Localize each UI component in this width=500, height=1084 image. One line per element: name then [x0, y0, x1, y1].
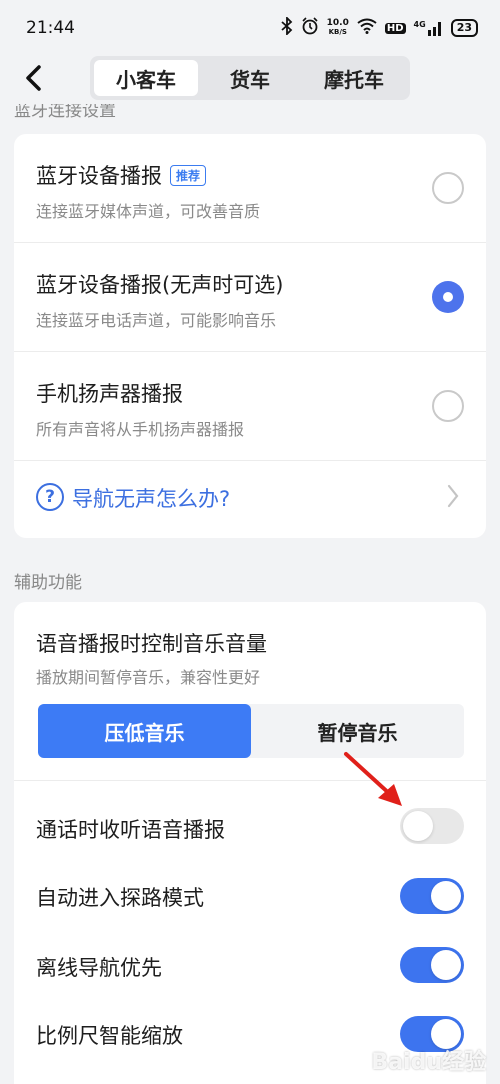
net-speed-value: 10.0: [326, 18, 349, 28]
bluetooth-settings-card: 蓝牙设备播报 推荐 连接蓝牙媒体声道，可改善音质 蓝牙设备播报(无声时可选) 连…: [14, 134, 486, 538]
option-title-text: 手机扬声器播报: [36, 382, 183, 406]
recommend-badge: 推荐: [170, 164, 207, 186]
radio-button-selected[interactable]: [432, 281, 464, 313]
wifi-icon: [357, 18, 377, 38]
toggle-call-voice[interactable]: [400, 808, 464, 844]
status-icons: 10.0 KB/S HD 4G 23: [281, 15, 478, 39]
back-arrow-icon: [26, 65, 41, 91]
toggle-offline-nav[interactable]: [400, 947, 464, 983]
chevron-right-icon: [447, 484, 459, 508]
toggle-knob: [403, 811, 433, 841]
bluetooth-section-label: 蓝牙连接设置: [14, 104, 116, 121]
help-link-text: 导航无声怎么办?: [72, 487, 231, 511]
header: 小客车 货车 摩托车: [0, 56, 500, 100]
baidu-watermark: Baidu经验: [371, 1050, 486, 1075]
cell-signal-icon: 4G: [414, 20, 443, 36]
divider: [14, 780, 486, 781]
tab-truck[interactable]: 货车: [198, 60, 302, 96]
signal-label: 4G: [413, 20, 426, 29]
toggle-label-call-voice: 通话时收听语音播报: [36, 818, 225, 842]
bluetooth-icon: [281, 15, 293, 39]
net-speed: 10.0 KB/S: [327, 19, 349, 37]
music-control-subtitle: 播放期间暂停音乐，兼容性更好: [36, 668, 261, 687]
radio-button[interactable]: [432, 172, 464, 204]
option-title-text: 蓝牙设备播报: [36, 164, 162, 188]
tab-motorcycle[interactable]: 摩托车: [302, 60, 406, 96]
toggle-knob: [431, 881, 461, 911]
option-subtitle: 连接蓝牙媒体声道，可改善音质: [36, 202, 261, 221]
tab-car[interactable]: 小客车: [94, 60, 198, 96]
back-button[interactable]: [18, 60, 48, 96]
hd-icon: HD: [384, 22, 406, 34]
section-title-bluetooth: 蓝牙连接设置: [14, 104, 116, 124]
option-bluetooth-phone[interactable]: 蓝牙设备播报(无声时可选) 连接蓝牙电话声道，可能影响音乐: [14, 243, 486, 351]
section-title-assist: 辅助功能: [14, 573, 82, 593]
option-title: 蓝牙设备播报(无声时可选): [36, 269, 283, 299]
option-phone-speaker[interactable]: 手机扬声器播报 所有声音将从手机扬声器播报: [14, 352, 486, 460]
segment-lower-music[interactable]: 压低音乐: [38, 704, 251, 758]
toggle-explore-mode[interactable]: [400, 878, 464, 914]
option-subtitle: 连接蓝牙电话声道，可能影响音乐: [36, 311, 277, 330]
question-icon: ?: [36, 483, 64, 511]
toggle-knob: [431, 950, 461, 980]
assist-settings-card: 语音播报时控制音乐音量 播放期间暂停音乐，兼容性更好 压低音乐 暂停音乐 通话时…: [14, 602, 486, 1084]
option-title: 蓝牙设备播报 推荐: [36, 160, 207, 190]
battery-icon: 23: [450, 19, 478, 37]
help-no-sound-link[interactable]: ? 导航无声怎么办?: [14, 461, 486, 533]
status-bar: 21:44 10.0 KB/S HD 4G 23: [0, 0, 500, 56]
alarm-icon: [301, 17, 319, 39]
toggle-label-smart-scale: 比例尺智能缩放: [36, 1024, 183, 1048]
option-title: 手机扬声器播报: [36, 378, 183, 408]
option-title-text: 蓝牙设备播报(无声时可选): [36, 273, 284, 297]
option-bluetooth-media[interactable]: 蓝牙设备播报 推荐 连接蓝牙媒体声道，可改善音质: [14, 134, 486, 242]
net-speed-unit: KB/S: [328, 28, 347, 36]
toggle-label-offline-nav: 离线导航优先: [36, 956, 162, 980]
radio-button[interactable]: [432, 390, 464, 422]
status-time: 21:44: [26, 18, 75, 38]
vehicle-type-tabs: 小客车 货车 摩托车: [90, 56, 410, 100]
music-control-title: 语音播报时控制音乐音量: [36, 632, 267, 656]
option-subtitle: 所有声音将从手机扬声器播报: [36, 420, 245, 439]
toggle-label-explore-mode: 自动进入探路模式: [36, 886, 204, 910]
red-arrow-annotation: [344, 752, 402, 806]
